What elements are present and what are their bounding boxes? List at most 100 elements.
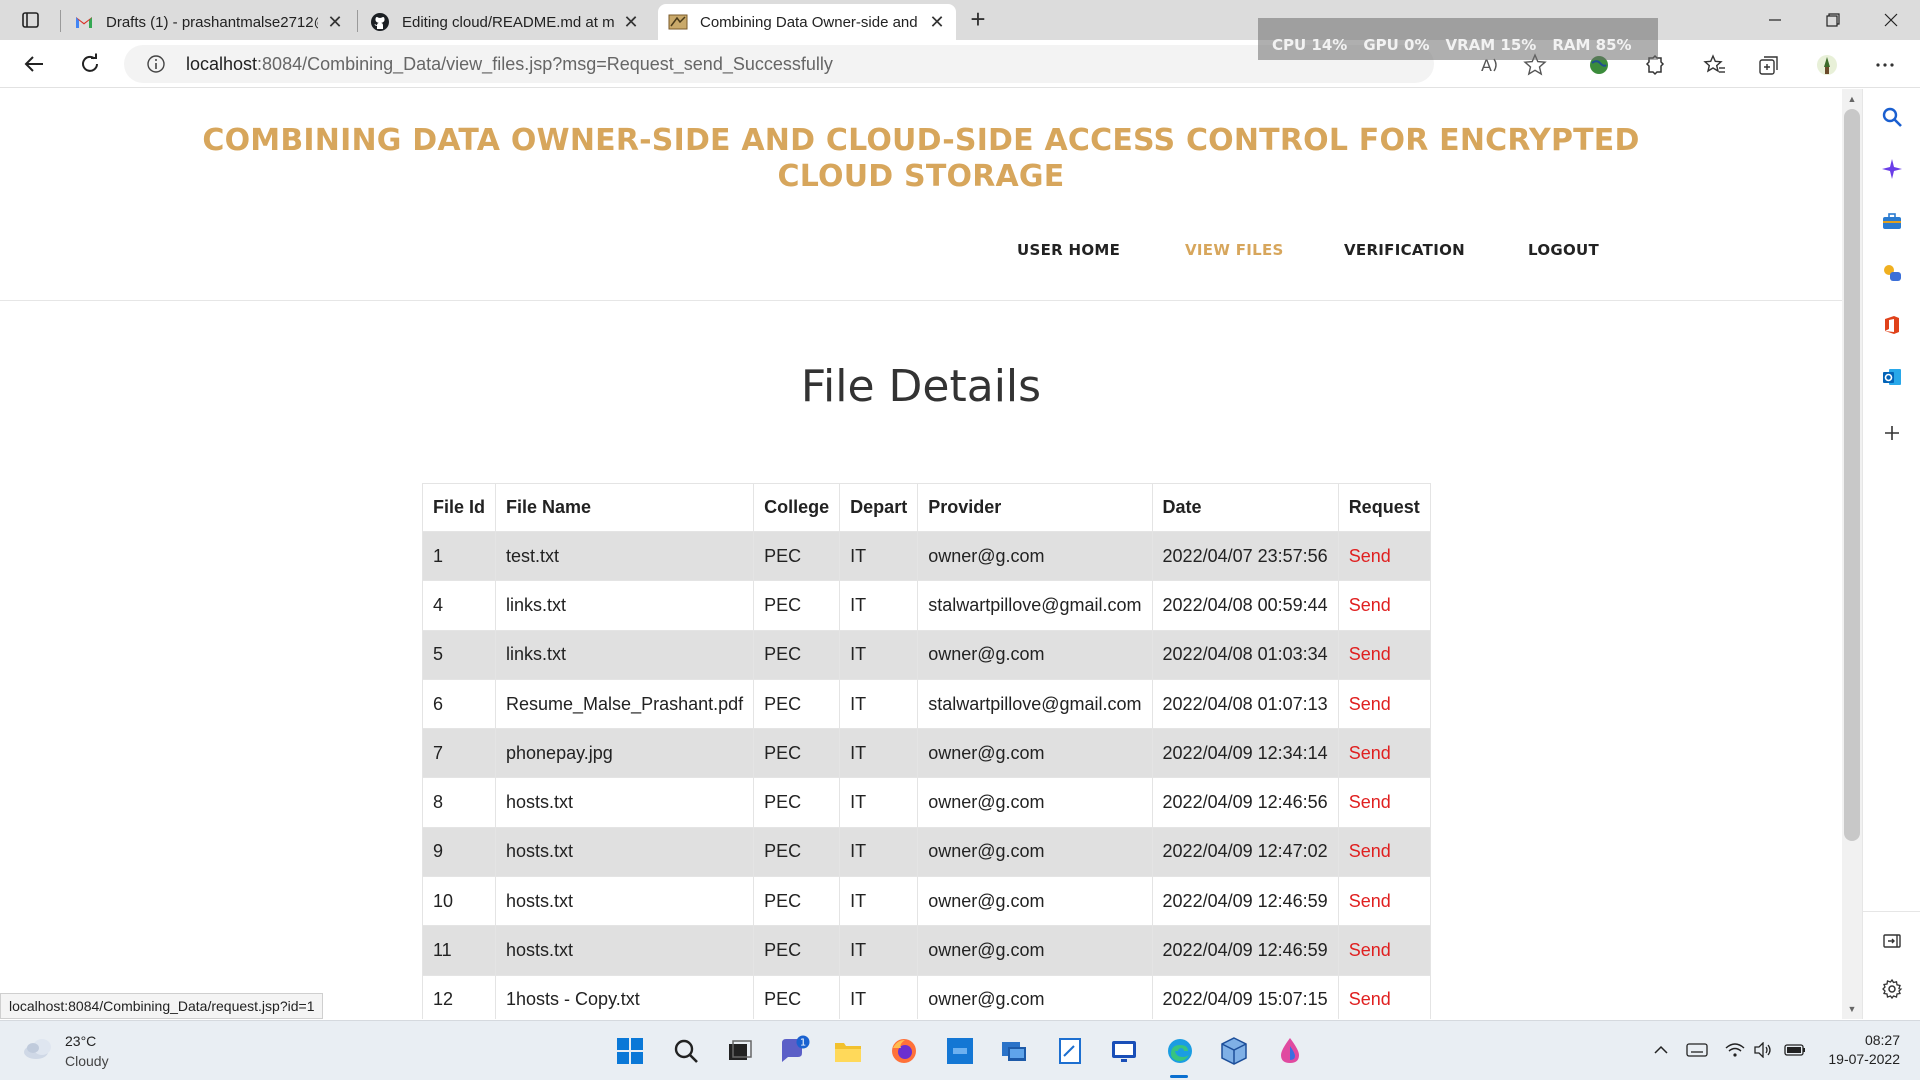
restore-icon[interactable]	[1804, 0, 1862, 40]
tab-gmail[interactable]: Drafts (1) - prashantmalse2712@ ✕	[64, 4, 354, 40]
scroll-thumb[interactable]	[1844, 109, 1860, 841]
send-request-link[interactable]: Send	[1337, 826, 1431, 878]
send-request-link[interactable]: Send	[1337, 777, 1431, 828]
task-view-icon[interactable]	[724, 1035, 756, 1067]
send-request-link[interactable]: Send	[1337, 728, 1431, 779]
tab-combining-data[interactable]: Combining Data Owner-side and ✕	[658, 4, 956, 40]
app-blue-tile-icon[interactable]	[944, 1035, 976, 1067]
ram-usage: RAM 85%	[1552, 36, 1632, 54]
firefox-icon[interactable]	[888, 1035, 920, 1067]
edge-browser-icon[interactable]	[1164, 1035, 1196, 1067]
send-request-link[interactable]: Send	[1337, 678, 1431, 730]
header-file-id: File Id	[421, 483, 497, 532]
cell-college: PEC	[753, 728, 841, 779]
tab-actions-icon[interactable]	[14, 8, 46, 32]
cell-college: PEC	[753, 580, 841, 631]
display-app-icon[interactable]	[1108, 1035, 1140, 1067]
weather-temperature: 23°C	[65, 1033, 97, 1049]
close-tab-icon[interactable]: ✕	[622, 12, 640, 33]
gmail-icon	[74, 12, 94, 32]
system-clock[interactable]: 08:27 19-07-2022	[1828, 1031, 1900, 1069]
cell-college: PEC	[753, 925, 841, 976]
send-request-link[interactable]: Send	[1337, 530, 1431, 582]
remote-desktop-icon[interactable]	[998, 1035, 1030, 1067]
file-details-table: File Id File Name College Depart Provide…	[421, 483, 1431, 1019]
cell-file-name: hosts.txt	[495, 777, 755, 828]
cell-date: 2022/04/09 12:46:59	[1151, 925, 1339, 976]
cell-date: 2022/04/09 12:47:02	[1151, 826, 1339, 878]
close-window-icon[interactable]	[1862, 0, 1920, 40]
cell-provider: owner@g.com	[917, 925, 1153, 976]
send-request-link[interactable]: Send	[1337, 629, 1431, 680]
site-info-icon[interactable]	[146, 54, 166, 79]
cell-file-name: phonepay.jpg	[495, 728, 755, 779]
collections-icon[interactable]	[1756, 52, 1782, 78]
tab-github[interactable]: Editing cloud/README.md at ma ✕	[360, 4, 650, 40]
scroll-up-arrow-icon[interactable]: ▲	[1842, 91, 1862, 107]
hide-sidebar-icon[interactable]	[1880, 929, 1904, 953]
address-bar[interactable]: localhost:8084/Combining_Data/view_files…	[124, 45, 1434, 83]
cell-file-name: hosts.txt	[495, 876, 755, 927]
gpu-usage: GPU 0%	[1363, 36, 1430, 54]
virtualbox-icon[interactable]	[1218, 1035, 1250, 1067]
send-request-link[interactable]: Send	[1337, 580, 1431, 631]
header-divider	[0, 300, 1842, 301]
send-request-link[interactable]: Send	[1337, 925, 1431, 976]
cell-provider: owner@g.com	[917, 728, 1153, 779]
notes-app-icon[interactable]	[1054, 1035, 1086, 1067]
new-tab-icon[interactable]: +	[964, 6, 992, 34]
active-app-indicator	[1170, 1075, 1188, 1078]
settings-more-icon[interactable]	[1872, 52, 1898, 78]
tab-separator	[60, 10, 61, 32]
scroll-down-arrow-icon[interactable]: ▼	[1842, 1001, 1862, 1017]
back-icon[interactable]	[18, 50, 50, 78]
favorites-icon[interactable]	[1702, 52, 1728, 78]
tools-briefcase-icon[interactable]	[1880, 209, 1904, 233]
games-icon[interactable]	[1880, 261, 1904, 285]
cell-file-id: 4	[421, 580, 497, 631]
sidebar-settings-gear-icon[interactable]	[1880, 977, 1904, 1001]
cell-provider: stalwartpillove@gmail.com	[917, 580, 1153, 631]
menu-user-home[interactable]: USER HOME	[1017, 241, 1120, 259]
outlook-icon[interactable]	[1880, 365, 1904, 389]
teams-chat-icon[interactable]: 1	[778, 1035, 810, 1067]
refresh-icon[interactable]	[74, 50, 106, 78]
send-request-link[interactable]: Send	[1337, 876, 1431, 927]
office-icon[interactable]	[1880, 313, 1904, 337]
cell-date: 2022/04/08 01:07:13	[1151, 678, 1339, 730]
search-icon[interactable]	[1880, 105, 1904, 129]
tray-overflow-chevron-icon[interactable]	[1650, 1039, 1672, 1061]
table-body: 1 test.txt PEC IT owner@g.com 2022/04/07 23:5…	[421, 530, 1431, 1019]
profile-avatar-icon[interactable]	[1814, 52, 1840, 78]
keyboard-icon[interactable]	[1686, 1039, 1708, 1061]
close-tab-icon[interactable]: ✕	[326, 12, 344, 33]
chat-badge-count: 1	[800, 1038, 806, 1049]
table-row: 8 hosts.txt PEC IT owner@g.com 2022/04/09 12:…	[421, 777, 1431, 828]
cloudy-weather-icon[interactable]	[22, 1035, 56, 1068]
cell-date: 2022/04/07 23:57:56	[1151, 530, 1339, 582]
weather-condition: Cloudy	[65, 1053, 109, 1069]
battery-icon[interactable]	[1784, 1039, 1806, 1061]
table-header-row: File Id File Name College Depart Provide…	[421, 483, 1431, 532]
windows-start-icon[interactable]	[614, 1035, 646, 1067]
volume-icon[interactable]	[1752, 1039, 1774, 1061]
table-row: 12 1hosts - Copy.txt PEC IT owner@g.com 2022/…	[421, 974, 1431, 1019]
file-explorer-icon[interactable]	[832, 1035, 864, 1067]
close-tab-icon[interactable]: ✕	[928, 12, 946, 33]
page-scrollbar[interactable]: ▲ ▼	[1842, 89, 1862, 1019]
add-sidebar-icon[interactable]	[1880, 421, 1904, 445]
minimize-icon[interactable]	[1746, 0, 1804, 40]
menu-verification[interactable]: VERIFICATION	[1344, 241, 1465, 259]
taskbar-search-icon[interactable]	[670, 1035, 702, 1067]
paint-drop-icon[interactable]	[1274, 1035, 1306, 1067]
menu-view-files[interactable]: VIEW FILES	[1185, 241, 1284, 259]
send-request-link[interactable]: Send	[1337, 974, 1431, 1019]
clock-date: 19-07-2022	[1828, 1051, 1900, 1067]
wifi-icon[interactable]	[1724, 1039, 1746, 1061]
cell-provider: owner@g.com	[917, 629, 1153, 680]
cell-file-name: links.txt	[495, 629, 755, 680]
status-link-preview: localhost:8084/Combining_Data/request.js…	[0, 993, 324, 1019]
menu-logout[interactable]: LOGOUT	[1528, 241, 1599, 259]
discover-sparkle-icon[interactable]	[1880, 157, 1904, 181]
cell-file-name: Resume_Malse_Prashant.pdf	[495, 678, 755, 730]
